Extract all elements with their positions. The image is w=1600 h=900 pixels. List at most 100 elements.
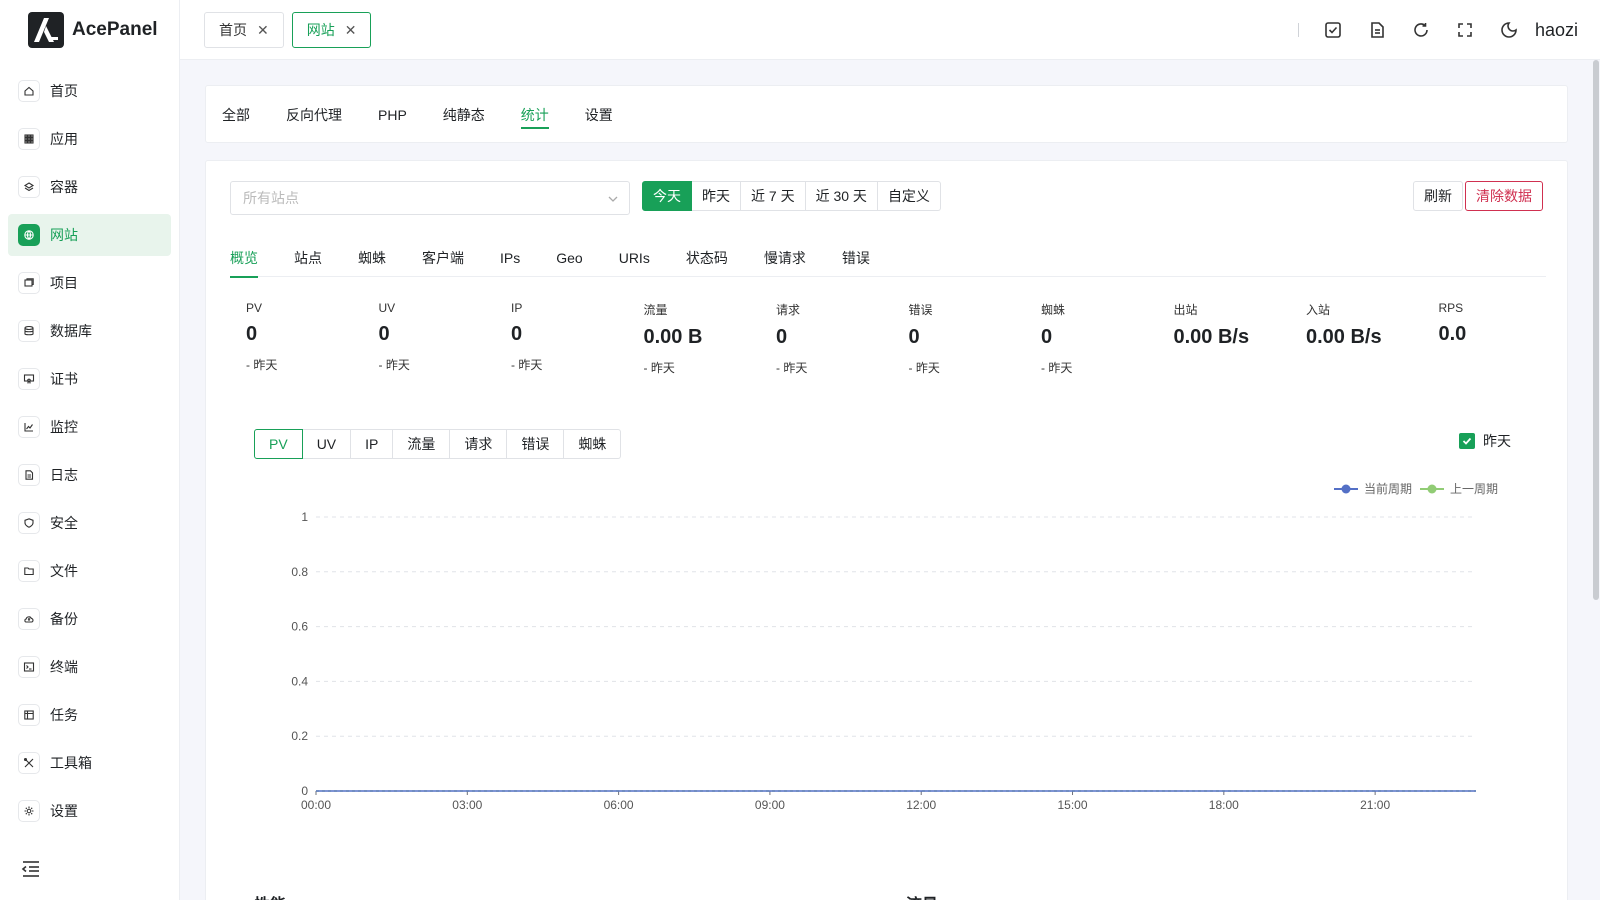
sidebar-item-1[interactable]: 应用 xyxy=(8,118,171,160)
home-icon xyxy=(18,80,40,102)
sidebar-item-0[interactable]: 首页 xyxy=(8,70,171,112)
sidebar-item-label: 任务 xyxy=(50,707,78,723)
sidebar-item-5[interactable]: 数据库 xyxy=(8,310,171,352)
stat-value: 0.00 B/s xyxy=(1173,326,1250,348)
brand[interactable]: AcePanel xyxy=(0,0,179,60)
sidebar-item-11[interactable]: 备份 xyxy=(8,598,171,640)
stats-sub-tab-6[interactable]: URIs xyxy=(619,239,650,277)
stat-label: UV xyxy=(378,301,396,315)
certificate-icon xyxy=(18,368,40,390)
page-tab-label: 首页 xyxy=(219,22,247,38)
refresh-button[interactable]: 刷新 xyxy=(1413,181,1463,211)
stat-item: 请求 0 - 昨天 xyxy=(776,301,909,376)
close-icon[interactable]: ✕ xyxy=(345,22,357,39)
sidebar-item-9[interactable]: 安全 xyxy=(8,502,171,544)
date-range-button-3[interactable]: 近 30 天 xyxy=(805,181,878,211)
sidebar-item-label: 数据库 xyxy=(50,323,92,339)
sidebar-item-2[interactable]: 容器 xyxy=(8,166,171,208)
sidebar-item-6[interactable]: 证书 xyxy=(8,358,171,400)
date-range-button-2[interactable]: 近 7 天 xyxy=(741,181,806,211)
metric-button-2[interactable]: IP xyxy=(351,429,394,459)
website-tab-5[interactable]: 设置 xyxy=(585,86,613,144)
brand-name: AcePanel xyxy=(72,19,158,40)
compare-yesterday-checkbox[interactable]: 昨天 xyxy=(1459,431,1511,451)
sidebar-item-10[interactable]: 文件 xyxy=(8,550,171,592)
section-title-performance: 性能 xyxy=(254,891,286,900)
stats-sub-tab-2[interactable]: 蜘蛛 xyxy=(358,239,386,277)
sidebar-item-label: 安全 xyxy=(50,515,78,531)
stat-compare: - 昨天 xyxy=(246,358,278,372)
x-tick-label: 12:00 xyxy=(906,798,936,811)
stat-item: IP 0 - 昨天 xyxy=(511,301,644,376)
website-tab-0[interactable]: 全部 xyxy=(222,86,250,144)
stat-label: 错误 xyxy=(908,303,933,317)
y-tick-label: 0.8 xyxy=(291,565,308,579)
sidebar-item-label: 终端 xyxy=(50,659,78,675)
fullscreen-icon[interactable] xyxy=(1455,20,1475,40)
clear-data-button[interactable]: 清除数据 xyxy=(1465,181,1543,211)
website-tab-1[interactable]: 反向代理 xyxy=(286,86,342,144)
sidebar-item-label: 设置 xyxy=(50,803,78,819)
website-tab-3[interactable]: 纯静态 xyxy=(443,86,485,144)
username[interactable]: haozi xyxy=(1535,20,1578,41)
date-range-group: 今天 昨天近 7 天近 30 天自定义 xyxy=(642,181,941,211)
task-check-icon[interactable] xyxy=(1323,20,1343,40)
sidebar-item-8[interactable]: 日志 xyxy=(8,454,171,496)
stats-sub-tab-1[interactable]: 站点 xyxy=(294,239,322,277)
scrollbar[interactable] xyxy=(1592,60,1600,900)
page-tab-website[interactable]: 网站 ✕ xyxy=(291,12,372,48)
website-tab-4[interactable]: 统计 xyxy=(520,86,549,144)
site-select[interactable]: 所有站点 xyxy=(230,181,630,215)
stat-value: 0 xyxy=(511,323,523,345)
stats-sub-tab-7[interactable]: 状态码 xyxy=(686,239,728,277)
page-tab-home[interactable]: 首页 ✕ xyxy=(204,12,284,48)
website-tabs-card: 全部 反向代理 PHP 纯静态 统计 设置 xyxy=(205,85,1568,143)
sidebar-item-label: 工具箱 xyxy=(50,755,92,771)
close-icon[interactable]: ✕ xyxy=(257,22,269,39)
stats-sub-tab-4[interactable]: IPs xyxy=(500,239,520,277)
date-range-button-4[interactable]: 自定义 xyxy=(877,181,941,211)
refresh-icon[interactable] xyxy=(1411,20,1431,40)
stats-sub-tab-5[interactable]: Geo xyxy=(556,239,582,277)
stats-sub-tab-3[interactable]: 客户端 xyxy=(422,239,464,277)
stat-value: 0.00 B/s xyxy=(1306,326,1382,348)
stats-sub-tab-9[interactable]: 错误 xyxy=(842,239,870,277)
globe-icon xyxy=(18,224,40,246)
document-icon[interactable] xyxy=(1367,20,1387,40)
scrollbar-thumb[interactable] xyxy=(1593,60,1599,600)
metric-button-4[interactable]: 请求 xyxy=(450,429,508,459)
stat-label: 出站 xyxy=(1173,303,1198,317)
stat-item: UV 0 - 昨天 xyxy=(379,301,512,376)
stats-sub-tab-8[interactable]: 慢请求 xyxy=(764,239,806,277)
stat-item: 入站 0.00 B/s xyxy=(1306,301,1439,376)
sidebar-item-15[interactable]: 设置 xyxy=(8,790,171,832)
folder-icon xyxy=(18,560,40,582)
sidebar-item-14[interactable]: 工具箱 xyxy=(8,742,171,784)
stat-item: 流量 0.00 B - 昨天 xyxy=(644,301,777,376)
collapse-sidebar-icon[interactable] xyxy=(20,858,42,880)
website-tab-2[interactable]: PHP xyxy=(378,86,407,144)
metric-button-6[interactable]: 蜘蛛 xyxy=(564,429,622,459)
sidebar-item-label: 监控 xyxy=(50,419,78,435)
stat-value: 0 xyxy=(1041,326,1053,348)
y-tick-label: 0.6 xyxy=(291,620,308,634)
metric-button-0[interactable]: PV xyxy=(254,429,303,459)
sidebar-item-4[interactable]: 项目 xyxy=(8,262,171,304)
sidebar-item-3[interactable]: 网站 xyxy=(8,214,171,256)
metric-button-1[interactable]: UV xyxy=(302,429,352,459)
x-tick-label: 09:00 xyxy=(755,798,785,811)
database-icon xyxy=(18,320,40,342)
x-tick-label: 06:00 xyxy=(604,798,634,811)
stat-label: 蜘蛛 xyxy=(1041,303,1066,317)
dark-mode-icon[interactable] xyxy=(1499,20,1519,40)
compare-label: 昨天 xyxy=(1483,433,1511,449)
sidebar-item-12[interactable]: 终端 xyxy=(8,646,171,688)
sidebar-item-13[interactable]: 任务 xyxy=(8,694,171,736)
stat-value: 0.0 xyxy=(1438,323,1467,345)
sidebar-item-7[interactable]: 监控 xyxy=(8,406,171,448)
stats-sub-tab-0[interactable]: 概览 xyxy=(230,239,258,278)
metric-button-3[interactable]: 流量 xyxy=(393,429,451,459)
date-range-button-1[interactable]: 昨天 xyxy=(692,181,741,211)
metric-button-5[interactable]: 错误 xyxy=(507,429,565,459)
date-range-button-0[interactable]: 今天 xyxy=(642,181,692,211)
